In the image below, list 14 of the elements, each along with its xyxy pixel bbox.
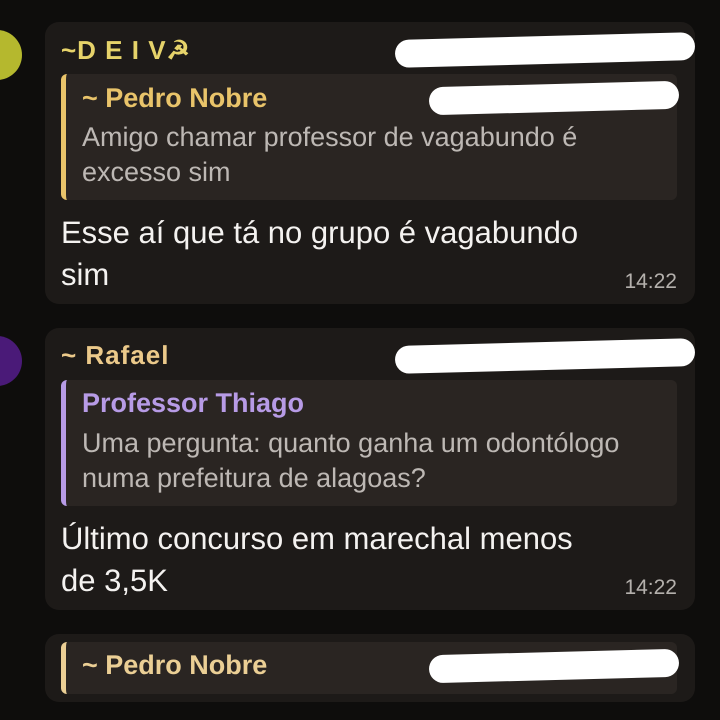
message-text: Esse aí que tá no grupo é vagabundo sim — [61, 214, 580, 294]
quoted-text: Uma pergunta: quanto ganha um odontólogo numa prefeitura de alagoas? — [82, 426, 620, 495]
sender-name[interactable]: ~ Rafael — [61, 340, 170, 372]
quoted-message[interactable]: ~ Pedro Nobre Amigo chamar professor de vagabundo é excesso sim — [61, 74, 677, 200]
quoted-author: ~ Pedro Nobre — [82, 650, 268, 682]
quoted-author: Professor Thiago — [82, 388, 304, 420]
message-time: 14:22 — [624, 576, 677, 600]
quoted-message[interactable]: Professor Thiago Uma pergunta: quanto ganha um odontólogo numa prefeitura de alagoas? — [61, 380, 677, 506]
sender-name[interactable]: ~D E I V☭ — [61, 34, 191, 66]
quoted-author: ~ Pedro Nobre — [82, 82, 268, 114]
quoted-message[interactable]: ~ Pedro Nobre — [61, 642, 677, 694]
message-time: 14:22 — [624, 270, 677, 294]
quoted-text: Amigo chamar professor de vagabundo é excesso sim — [82, 121, 578, 190]
message-text: Último concurso em marechal menos de 3,5K — [61, 520, 574, 600]
